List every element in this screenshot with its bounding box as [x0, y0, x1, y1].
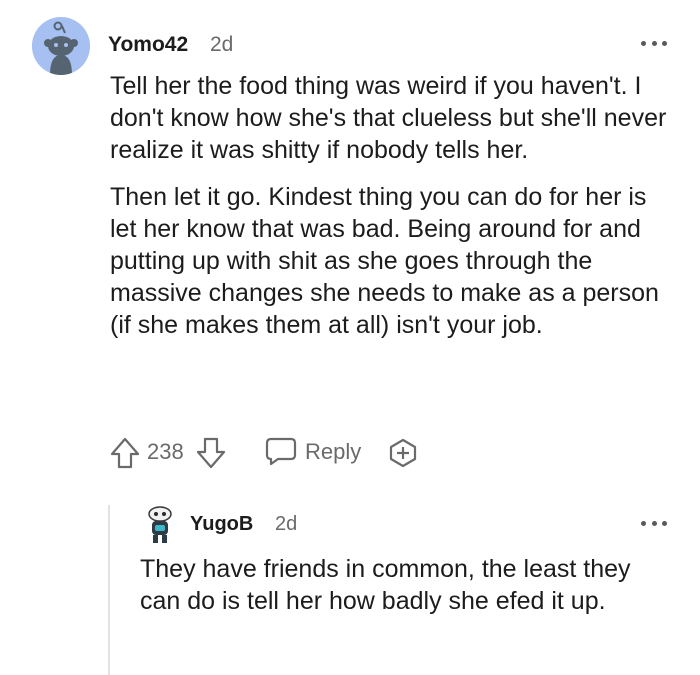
reply-age: 2d	[275, 513, 298, 535]
arrow-up-icon[interactable]	[110, 437, 140, 474]
avatar[interactable]	[142, 505, 178, 545]
comment-author[interactable]: Yomo42	[108, 33, 188, 57]
comment-age: 2d	[210, 33, 234, 56]
comment-body: Tell her the food thing was weird if you…	[110, 70, 690, 341]
snoo-avatar-icon	[148, 506, 172, 543]
reply-author[interactable]: YugoB	[190, 513, 253, 536]
thread-line[interactable]	[108, 505, 110, 675]
more-dots-icon[interactable]	[641, 518, 667, 528]
avatar[interactable]	[32, 17, 90, 75]
reply-label: Reply	[305, 439, 362, 464]
speech-bubble-icon	[265, 437, 297, 466]
more-dots-icon[interactable]	[641, 38, 667, 48]
arrow-down-icon[interactable]	[196, 437, 226, 474]
reply-text: They have friends in common, the least t…	[140, 555, 631, 615]
reply-button[interactable]: Reply	[265, 436, 361, 466]
comment-action-bar: 238 Reply	[110, 435, 470, 471]
comment-paragraph: Tell her the food thing was weird if you…	[110, 72, 667, 164]
reply-body: They have friends in common, the least t…	[140, 553, 670, 617]
comment-paragraph: Then let it go. Kindest thing you can do…	[110, 183, 659, 339]
snoo-avatar-icon	[32, 17, 90, 75]
award-plus-icon[interactable]	[387, 438, 419, 473]
vote-score: 238	[147, 439, 184, 464]
